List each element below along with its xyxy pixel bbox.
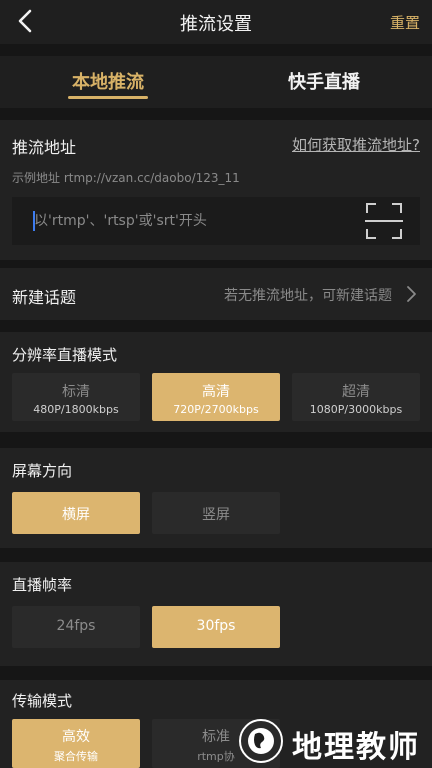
resolution-option-hd[interactable]: 高清 720P/2700kbps bbox=[152, 373, 280, 421]
active-tab-indicator bbox=[68, 96, 148, 99]
push-url-input[interactable] bbox=[12, 197, 420, 245]
globe-logo-icon bbox=[239, 719, 283, 763]
divider bbox=[0, 260, 432, 268]
orientation-option-landscape[interactable]: 横屏 bbox=[12, 492, 140, 534]
watermark: 地理教师 bbox=[232, 714, 432, 768]
divider bbox=[0, 548, 432, 562]
option-label: 24fps bbox=[56, 618, 96, 634]
example-address: 示例地址 rtmp://vzan.cc/daobo/123_11 bbox=[12, 171, 240, 185]
new-topic-hint: 若无推流地址，可新建话题 bbox=[224, 288, 392, 304]
resolution-option-fhd[interactable]: 超清 1080P/3000kbps bbox=[292, 373, 420, 421]
transport-title: 传输模式 bbox=[12, 692, 73, 710]
resolution-title: 分辨率直播模式 bbox=[12, 346, 118, 364]
divider bbox=[0, 320, 432, 332]
option-detail: 1080P/3000kbps bbox=[309, 403, 403, 416]
option-label: 高清 bbox=[202, 384, 230, 400]
reset-button[interactable]: 重置 bbox=[390, 12, 420, 33]
divider bbox=[0, 108, 432, 120]
option-label: 高效 bbox=[62, 729, 90, 745]
resolution-option-sd[interactable]: 标清 480P/1800kbps bbox=[12, 373, 140, 421]
frame-rate-title: 直播帧率 bbox=[12, 576, 73, 594]
option-label: 竖屏 bbox=[202, 507, 230, 523]
option-label: 超清 bbox=[342, 384, 370, 400]
new-topic-label: 新建话题 bbox=[12, 288, 77, 307]
option-label: 30fps bbox=[196, 618, 236, 634]
help-link[interactable]: 如何获取推流地址? bbox=[292, 134, 420, 155]
top-bar: 推流设置 重置 bbox=[0, 0, 432, 44]
divider bbox=[0, 44, 432, 56]
option-detail: 720P/2700kbps bbox=[173, 403, 259, 416]
frame-rate-option-30[interactable]: 30fps bbox=[152, 606, 280, 648]
chevron-right-icon bbox=[407, 286, 416, 302]
divider bbox=[0, 432, 432, 448]
tab-kuaishou-live[interactable]: 快手直播 bbox=[216, 68, 432, 94]
option-detail: 聚合传输 bbox=[54, 750, 98, 763]
option-label: 横屏 bbox=[62, 507, 90, 523]
option-label: 标清 bbox=[62, 384, 90, 400]
transport-option-efficient[interactable]: 高效 聚合传输 bbox=[12, 719, 140, 768]
frame-rate-option-24[interactable]: 24fps bbox=[12, 606, 140, 648]
scan-icon[interactable] bbox=[365, 202, 403, 240]
orientation-option-portrait[interactable]: 竖屏 bbox=[152, 492, 280, 534]
tab-bar: 本地推流 快手直播 bbox=[0, 56, 432, 108]
push-address-title: 推流地址 bbox=[12, 138, 77, 157]
orientation-title: 屏幕方向 bbox=[12, 462, 73, 480]
watermark-text: 地理教师 bbox=[292, 730, 420, 765]
tab-local-push[interactable]: 本地推流 bbox=[0, 68, 216, 94]
text-caret bbox=[33, 211, 35, 231]
divider bbox=[0, 666, 432, 680]
option-detail: 480P/1800kbps bbox=[33, 403, 119, 416]
page-title: 推流设置 bbox=[180, 14, 252, 35]
